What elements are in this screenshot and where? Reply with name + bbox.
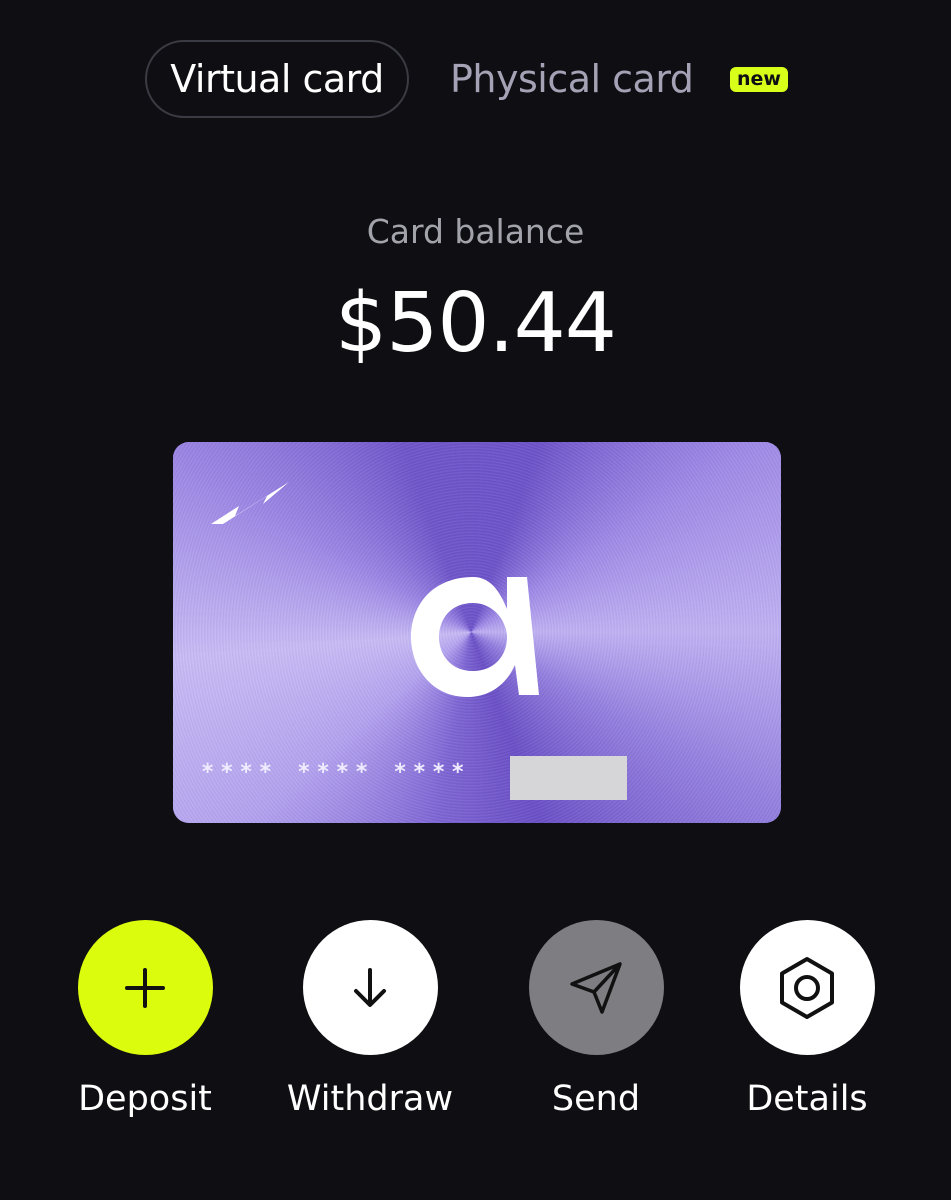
card-type-tabs: Virtual card Physical card new	[0, 40, 951, 122]
withdraw-label: Withdraw	[286, 1079, 454, 1119]
send-icon	[570, 961, 622, 1014]
deposit-label: Deposit	[78, 1079, 212, 1119]
card-actions: Deposit Withdraw Send Details	[0, 920, 951, 1140]
card-number-masked: **** **** ****	[201, 760, 471, 785]
deposit-button[interactable]	[77, 920, 213, 1055]
card-balance-label: Card balance	[366, 212, 585, 251]
send-action[interactable]: Send	[496, 920, 696, 1119]
withdraw-action[interactable]: Withdraw	[270, 920, 470, 1119]
arrow-down-icon	[354, 967, 386, 1007]
plus-icon	[125, 967, 165, 1008]
virtual-card[interactable]: **** **** ****	[173, 442, 781, 823]
deposit-action[interactable]: Deposit	[45, 920, 245, 1119]
withdraw-button[interactable]	[302, 920, 438, 1055]
alpha-logo-icon	[411, 577, 539, 697]
card-last-digits-redacted	[510, 756, 627, 800]
send-label: Send	[551, 1079, 641, 1119]
details-button[interactable]	[739, 920, 875, 1055]
send-button[interactable]	[528, 920, 664, 1055]
details-action[interactable]: Details	[707, 920, 907, 1119]
lightning-logo-icon	[211, 482, 289, 524]
tab-virtual-card[interactable]: Virtual card	[145, 40, 409, 118]
tab-physical-card[interactable]: Physical card	[450, 40, 694, 118]
new-badge: new	[730, 67, 788, 92]
details-label: Details	[746, 1079, 868, 1119]
hexagon-nut-icon	[780, 956, 834, 1019]
card-balance-value: $50.44	[335, 276, 617, 371]
